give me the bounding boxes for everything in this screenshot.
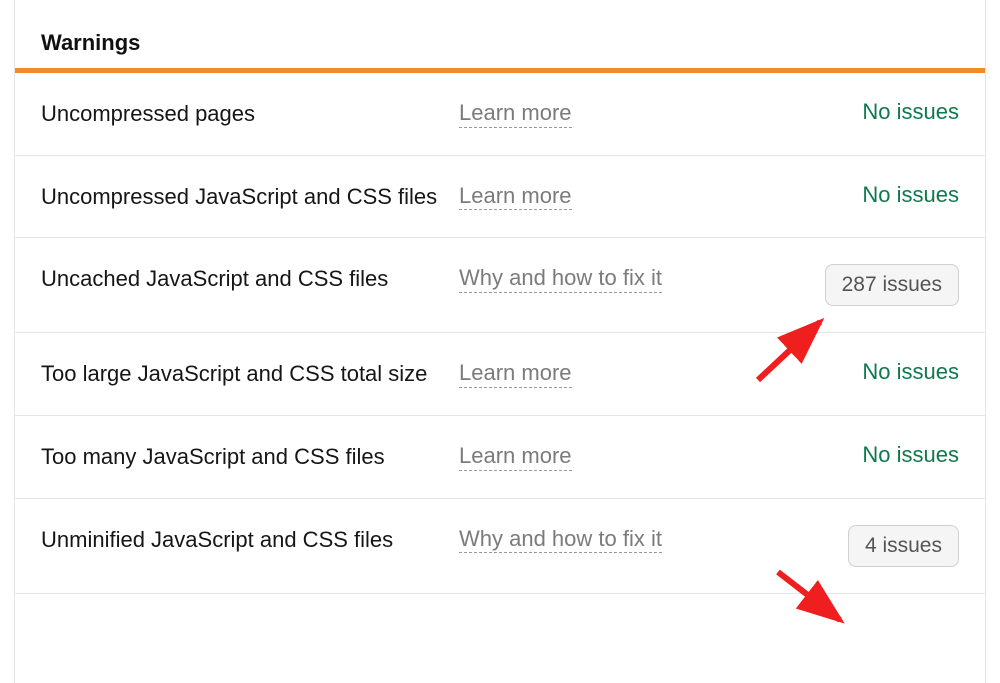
learn-more-link[interactable]: Learn more xyxy=(459,359,572,388)
section-title: Warnings xyxy=(15,0,985,68)
warning-row: Unminified JavaScript and CSS files Why … xyxy=(15,499,985,594)
issues-count-button[interactable]: 287 issues xyxy=(825,264,959,306)
warning-label: Too large JavaScript and CSS total size xyxy=(41,359,441,389)
warnings-panel: Warnings Uncompressed pages Learn more N… xyxy=(14,0,986,683)
how-to-fix-link[interactable]: Why and how to fix it xyxy=(459,264,662,293)
how-to-fix-link[interactable]: Why and how to fix it xyxy=(459,525,662,554)
warning-row: Too large JavaScript and CSS total size … xyxy=(15,333,985,416)
issues-count-button[interactable]: 4 issues xyxy=(848,525,959,567)
status-no-issues: No issues xyxy=(862,359,959,384)
warning-label: Uncompressed pages xyxy=(41,99,441,129)
warning-row: Too many JavaScript and CSS files Learn … xyxy=(15,416,985,499)
warning-label: Uncompressed JavaScript and CSS files xyxy=(41,182,441,212)
warning-row: Uncompressed JavaScript and CSS files Le… xyxy=(15,156,985,239)
learn-more-link[interactable]: Learn more xyxy=(459,99,572,128)
warning-label: Unminified JavaScript and CSS files xyxy=(41,525,441,555)
learn-more-link[interactable]: Learn more xyxy=(459,442,572,471)
warning-row: Uncompressed pages Learn more No issues xyxy=(15,73,985,156)
status-no-issues: No issues xyxy=(862,442,959,467)
warning-label: Uncached JavaScript and CSS files xyxy=(41,264,441,294)
status-no-issues: No issues xyxy=(862,99,959,124)
status-no-issues: No issues xyxy=(862,182,959,207)
learn-more-link[interactable]: Learn more xyxy=(459,182,572,211)
warning-row: Uncached JavaScript and CSS files Why an… xyxy=(15,238,985,333)
warning-label: Too many JavaScript and CSS files xyxy=(41,442,441,472)
